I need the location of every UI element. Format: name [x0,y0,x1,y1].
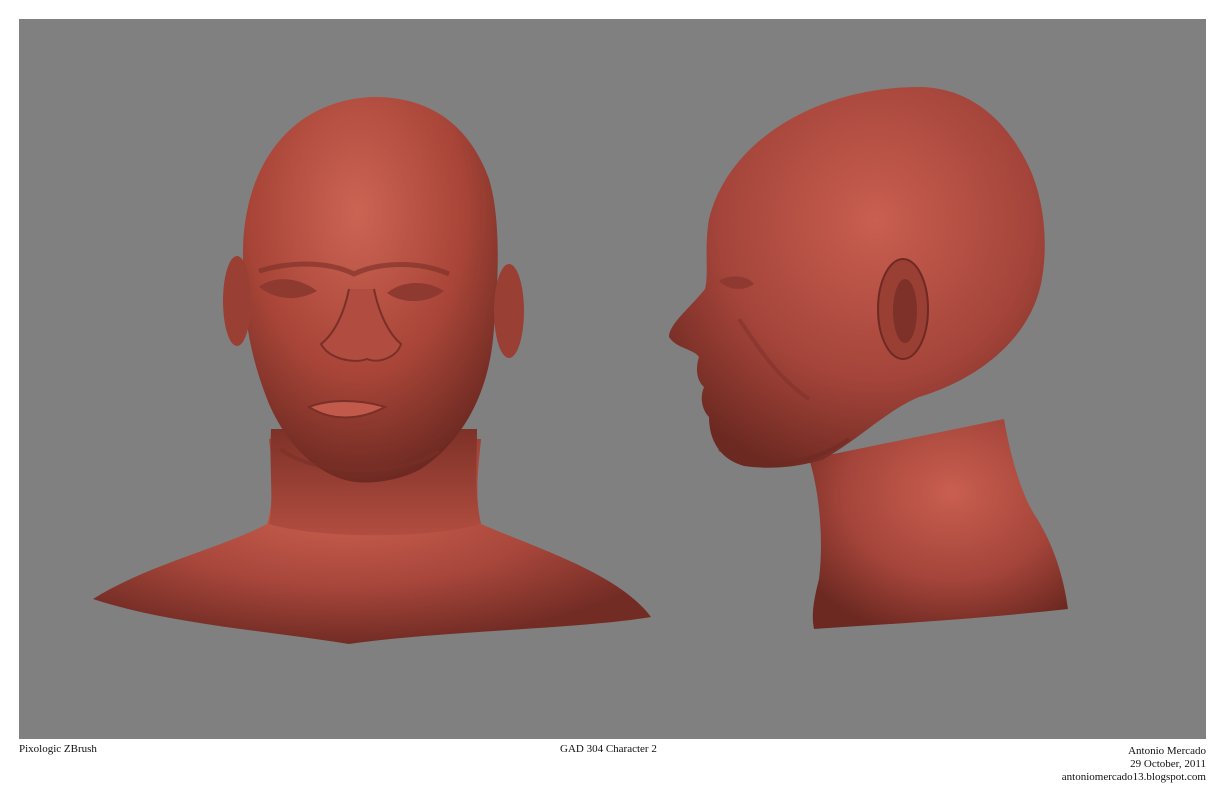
website-link[interactable]: antoniomercado13.blogspot.com [1062,771,1206,784]
author-info: Antonio Mercado 29 October, 2011 antonio… [1062,745,1206,784]
side-neck [809,419,1068,629]
side-head [669,87,1045,468]
project-caption: GAD 304 Character 2 [560,743,657,755]
presentation-sheet: Pixologic ZBrush GAD 304 Character 2 Ant… [0,0,1224,792]
render-date: 29 October, 2011 [1130,758,1206,770]
zbrush-viewport [19,19,1206,739]
author-name: Antonio Mercado [1128,745,1206,757]
front-view-bust [93,97,651,644]
render-canvas [93,87,1068,644]
software-caption: Pixologic ZBrush [19,743,97,755]
side-view-bust [669,87,1068,629]
front-left-ear [223,256,251,346]
side-ear-inner [893,279,917,343]
front-right-ear [494,264,524,358]
